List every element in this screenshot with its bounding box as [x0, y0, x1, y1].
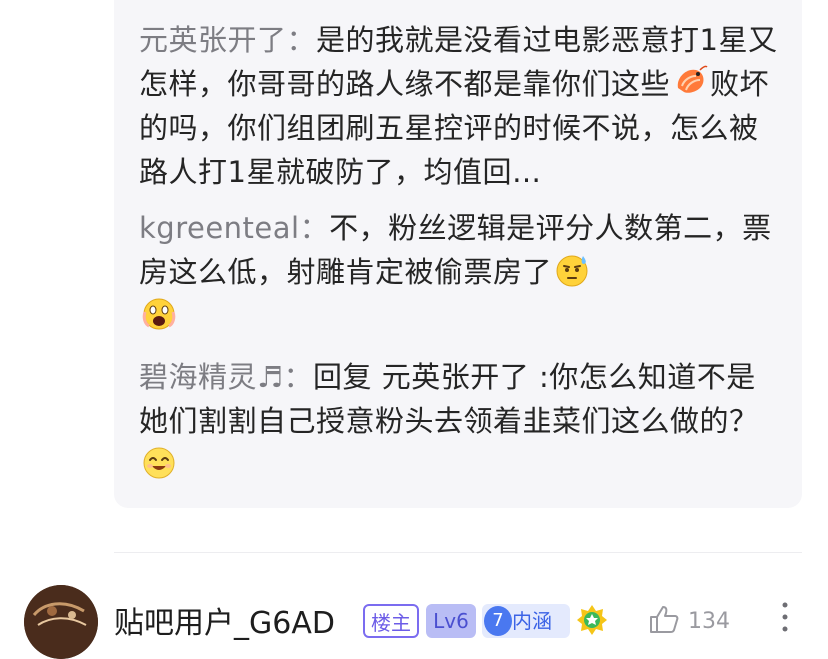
comment-author[interactable]: 贴吧用户_G6AD — [114, 598, 335, 642]
thumbs-up-icon — [650, 606, 679, 633]
neihan-badge-label: 内涵 — [512, 609, 552, 633]
reply-username[interactable]: 元英张开了 — [139, 23, 287, 57]
like-button[interactable]: 134 — [648, 604, 730, 634]
shrimp-emoji — [677, 65, 708, 93]
laugh-emoji — [143, 447, 175, 479]
reply-username[interactable]: kgreenteal — [139, 211, 300, 245]
reply-item[interactable]: 元英张开了：是的我就是没看过电影恶意打1星又怎样，你哥哥的路人缘不都是靠你们这些… — [139, 18, 779, 194]
scream-emoji — [142, 298, 176, 330]
owner-badge: 楼主 — [363, 604, 419, 638]
avatar[interactable] — [24, 585, 98, 659]
sweat-emoji — [556, 255, 588, 287]
avatar-image — [24, 585, 98, 659]
reply-username[interactable]: 碧海精灵♬ — [139, 360, 284, 394]
star-medal-icon — [577, 605, 607, 635]
more-vertical-icon[interactable] — [782, 600, 788, 634]
level-badge: Lv6 — [426, 604, 476, 638]
reply-item[interactable]: 碧海精灵♬：回复 元英张开了 :你怎么知道不是她们割割自己授意粉头去领着韭菜们这… — [139, 355, 779, 487]
neihan-badge: 7 内涵 — [482, 604, 570, 638]
divider — [114, 552, 802, 553]
neihan-badge-number: 7 — [484, 606, 512, 636]
reply-item[interactable]: kgreenteal：不，粉丝逻辑是评分人数第二，票房这么低，射雕肯定被偷票房了 — [139, 206, 779, 338]
